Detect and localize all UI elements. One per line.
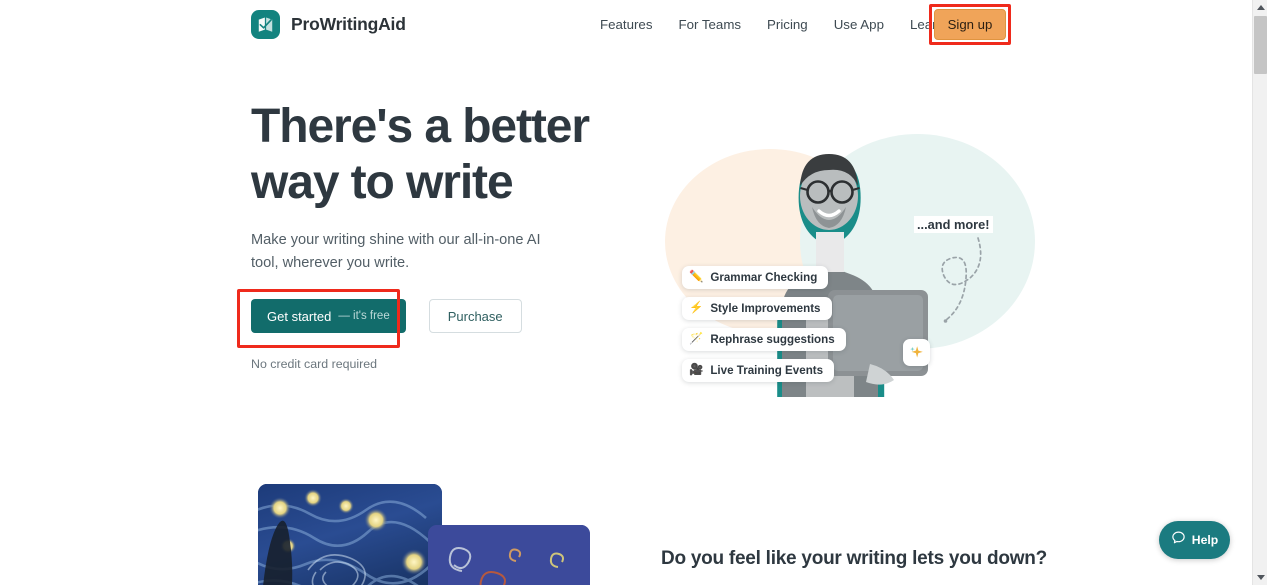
vertical-scrollbar[interactable] <box>1252 0 1267 585</box>
chat-bubble-icon <box>1171 530 1186 550</box>
scrollbar-thumb[interactable] <box>1254 16 1267 74</box>
and-more-annotation-text: ...and more! <box>914 216 993 233</box>
pen-icon: ✏️ <box>689 270 704 283</box>
feature-chip-grammar-checking: ✏️ Grammar Checking <box>682 266 829 289</box>
hero-title-line-2: way to write <box>251 156 514 209</box>
hero-copy: There's a better way to write Make your … <box>251 99 611 274</box>
browser-viewport: ProWritingAid Features For Teams Pricing… <box>0 0 1267 585</box>
purchase-button[interactable]: Purchase <box>428 299 522 333</box>
magic-wand-icon: 🪄 <box>689 332 704 345</box>
feature-chip-label: Rephrase suggestions <box>710 333 835 346</box>
hero-subtitle: Make your writing shine with our all-in-… <box>251 232 541 271</box>
brand-logo-link[interactable]: ProWritingAid <box>251 10 406 39</box>
starry-night-image <box>258 484 442 585</box>
feature-chip-style-improvements: ⚡ Style Improvements <box>682 297 832 320</box>
feature-chip-live-training-events: 🎥 Live Training Events <box>682 359 835 382</box>
nav-item-features[interactable]: Features <box>600 11 652 38</box>
feature-chip-rephrase-suggestions: 🪄 Rephrase suggestions <box>682 328 846 351</box>
no-credit-card-note: No credit card required <box>251 357 378 371</box>
get-started-button[interactable]: Get started — it's free <box>251 299 406 333</box>
hero-illustration: ✏️ Grammar Checking ⚡ Style Improvements… <box>640 104 1040 404</box>
book-check-icon <box>251 10 280 39</box>
site-header: ProWritingAid Features For Teams Pricing… <box>0 0 1252 49</box>
help-widget-button[interactable]: Help <box>1159 521 1230 559</box>
video-camera-icon: 🎥 <box>689 363 704 376</box>
section-heading: Do you feel like your writing lets you d… <box>661 548 1047 569</box>
sparkles-icon <box>903 339 930 366</box>
feature-chip-label: Style Improvements <box>710 302 821 315</box>
sign-up-slot: Sign up <box>929 4 1011 45</box>
nav-item-use-app[interactable]: Use App <box>834 11 884 38</box>
dashed-arrow-doodle-icon <box>941 237 982 323</box>
get-started-note: — it's free <box>338 310 390 322</box>
hero-actions: Get started — it's free Purchase <box>251 299 522 333</box>
feature-chip-label: Grammar Checking <box>710 271 818 284</box>
get-started-label: Get started <box>267 308 332 324</box>
page-content: ProWritingAid Features For Teams Pricing… <box>0 0 1252 585</box>
scroll-down-arrow-icon[interactable] <box>1253 570 1267 585</box>
hero-title: There's a better way to write <box>251 99 611 211</box>
lightning-icon: ⚡ <box>689 301 704 314</box>
below-fold-section: Do you feel like your writing lets you d… <box>0 449 1252 585</box>
hero-section: There's a better way to write Make your … <box>0 49 1252 449</box>
help-widget-label: Help <box>1191 533 1219 547</box>
nav-item-pricing[interactable]: Pricing <box>767 11 808 38</box>
feature-chip-label: Live Training Events <box>710 364 824 377</box>
feature-chip-list: ✏️ Grammar Checking ⚡ Style Improvements… <box>682 266 846 382</box>
blue-doodle-card <box>428 525 590 585</box>
brand-name: ProWritingAid <box>291 14 406 34</box>
sign-up-button[interactable]: Sign up <box>934 9 1006 40</box>
hero-title-line-1: There's a better <box>251 100 590 153</box>
nav-item-for-teams[interactable]: For Teams <box>678 11 741 38</box>
scroll-up-arrow-icon[interactable] <box>1253 0 1267 15</box>
